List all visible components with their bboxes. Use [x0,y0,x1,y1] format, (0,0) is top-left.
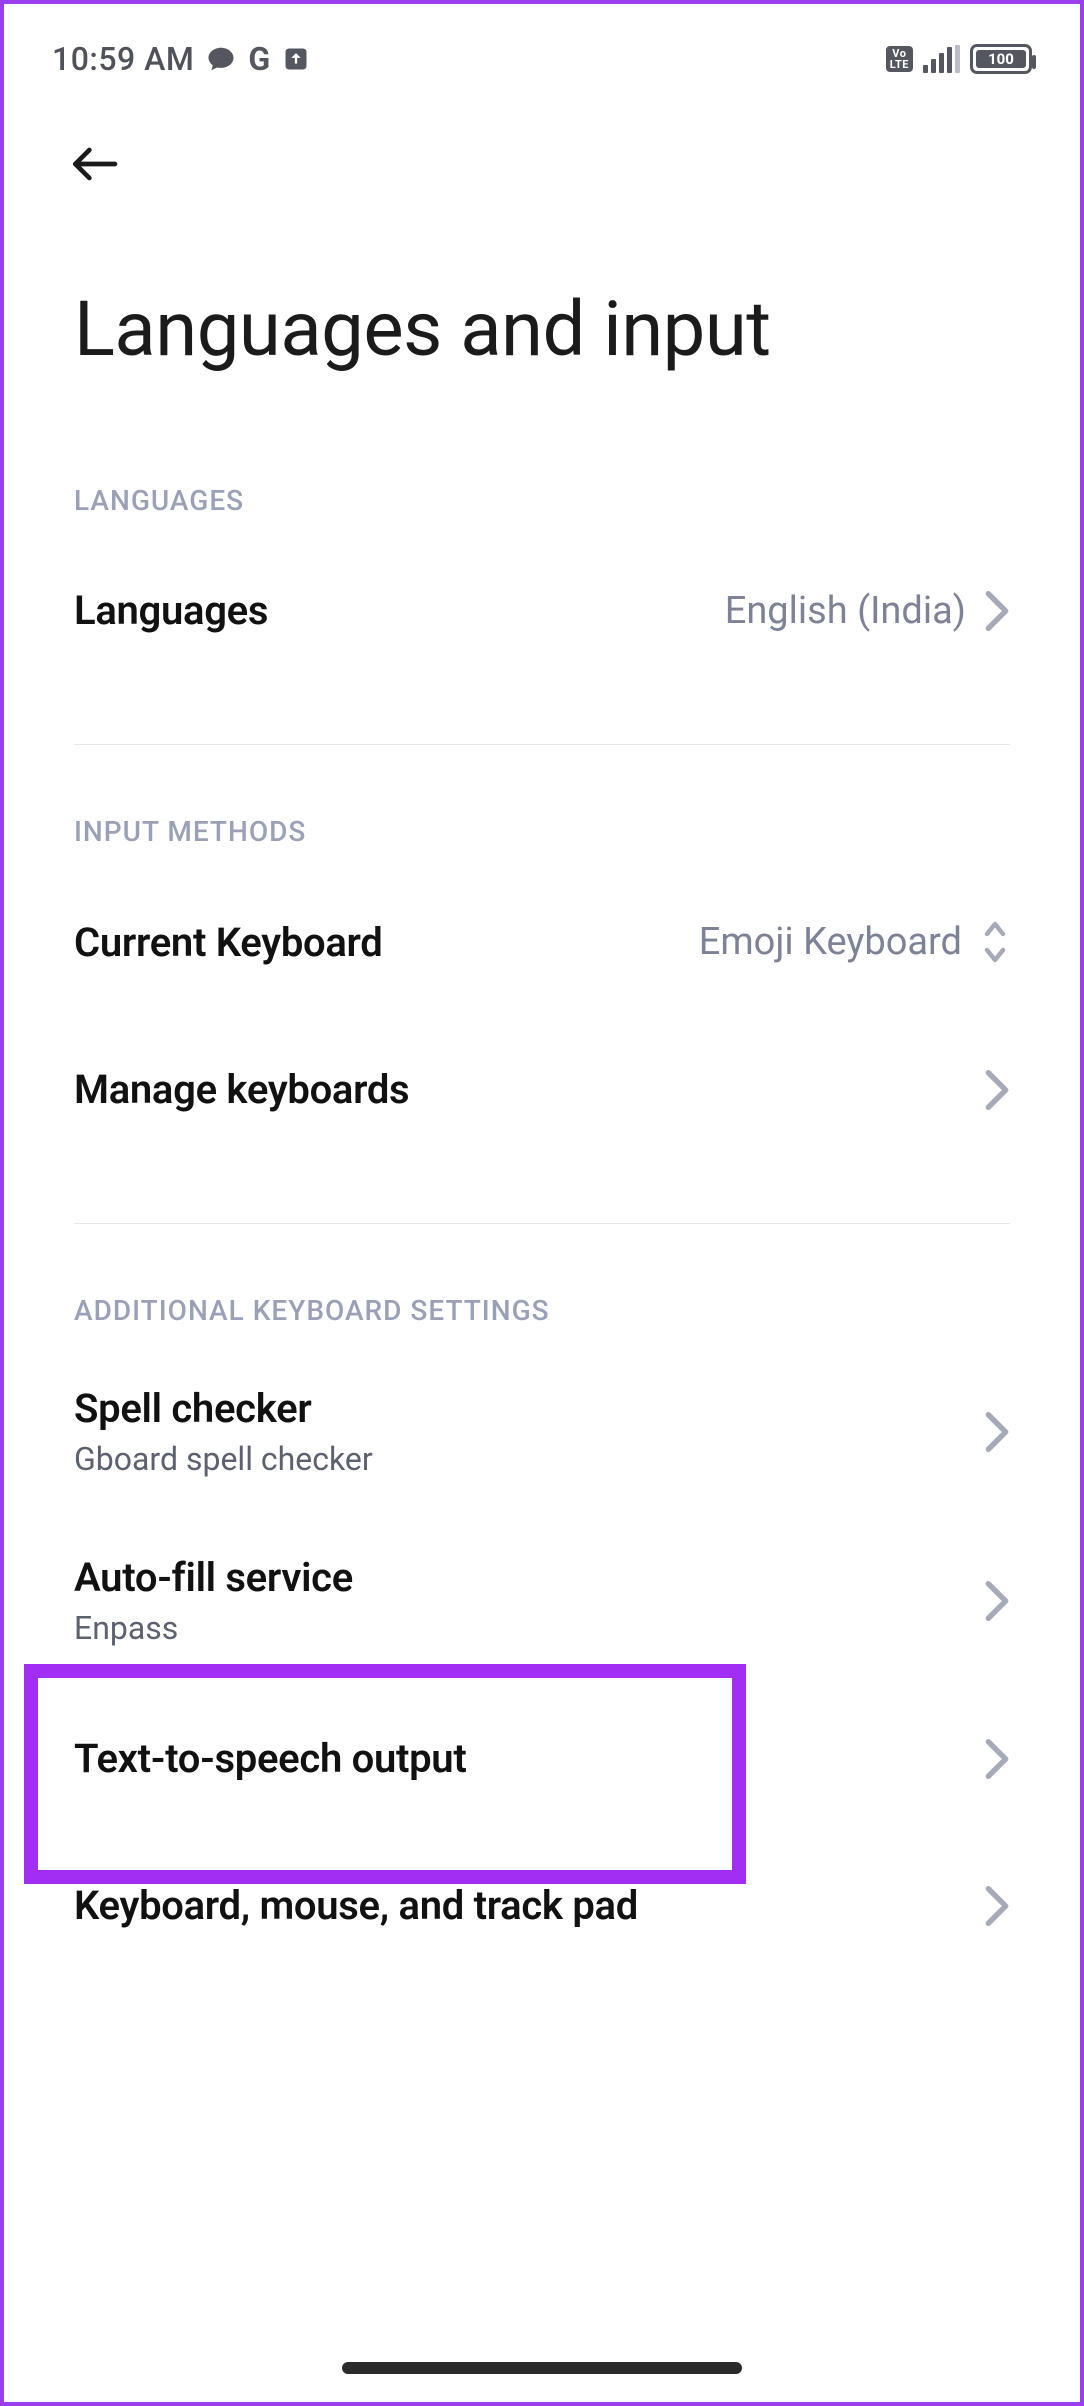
row-tts-title: Text-to-speech output [74,1735,466,1782]
status-time: 10:59 AM [52,40,194,78]
row-manage-keyboards-title: Manage keyboards [74,1066,409,1113]
section-header-languages: LANGUAGES [4,414,1080,537]
chevron-up-down-icon [980,918,1010,966]
battery-icon: 100 [970,44,1032,74]
volte-icon: VoLTE [886,46,913,72]
chevron-right-icon [984,1068,1010,1112]
chevron-right-icon [984,1579,1010,1623]
row-autofill-service[interactable]: Auto-fill service Enpass [4,1516,1080,1685]
section-header-additional: ADDITIONAL KEYBOARD SETTINGS [4,1224,1080,1347]
row-spell-checker[interactable]: Spell checker Gboard spell checker [4,1347,1080,1516]
status-right: VoLTE 100 [886,44,1032,74]
section-header-input-methods: INPUT METHODS [4,745,1080,868]
upload-icon [282,45,310,73]
row-spell-checker-sub: Gboard spell checker [74,1440,373,1478]
row-text-to-speech[interactable]: Text-to-speech output [4,1685,1080,1832]
arrow-left-icon [66,136,122,192]
row-languages[interactable]: Languages English (India) [4,537,1080,684]
row-kmt-title: Keyboard, mouse, and track pad [74,1882,638,1929]
row-current-keyboard-title: Current Keyboard [74,919,382,966]
row-autofill-sub: Enpass [74,1609,353,1647]
row-manage-keyboards[interactable]: Manage keyboards [4,1016,1080,1163]
row-current-keyboard[interactable]: Current Keyboard Emoji Keyboard [4,868,1080,1016]
back-button[interactable] [64,134,124,194]
chevron-right-icon [984,1410,1010,1454]
row-languages-title: Languages [74,587,268,634]
gesture-bar[interactable] [342,2362,742,2374]
row-languages-value: English (India) [725,589,966,633]
row-spell-checker-title: Spell checker [74,1385,373,1432]
chat-bubble-icon [206,44,236,74]
row-current-keyboard-value: Emoji Keyboard [699,920,962,964]
page-title: Languages and input [4,204,1080,414]
signal-icon [923,45,960,73]
battery-level: 100 [988,50,1014,68]
status-left: 10:59 AM G [52,40,310,78]
chevron-right-icon [984,1884,1010,1928]
chevron-right-icon [984,1737,1010,1781]
row-autofill-title: Auto-fill service [74,1554,353,1601]
google-icon: G [248,40,270,78]
row-keyboard-mouse-trackpad[interactable]: Keyboard, mouse, and track pad [4,1832,1080,1979]
chevron-right-icon [984,589,1010,633]
status-bar: 10:59 AM G VoLTE 100 [4,4,1080,94]
